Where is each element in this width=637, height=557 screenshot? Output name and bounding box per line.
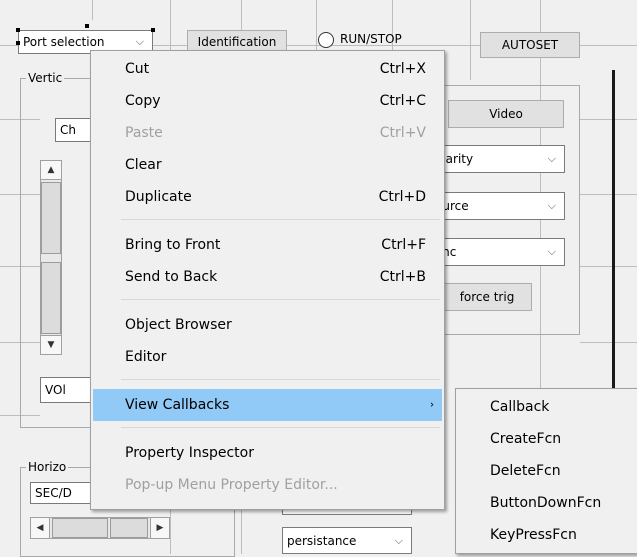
menu-item-shortcut: Ctrl+B [379,269,426,285]
menu-item-popup-menu-property-editor[interactable]: Pop-up Menu Property Editor... [93,469,442,501]
polarity-popup[interactable]: olarity ⌵ [430,145,565,173]
persistance-popup[interactable]: persistance ⌵ [282,527,412,554]
menu-item-label: Paste [125,125,163,141]
callbacks-submenu: Callback CreateFcn DeleteFcn ButtonDownF… [455,388,637,554]
arrow-left-icon[interactable]: ◀ [30,517,50,539]
menu-item-duplicate[interactable]: Duplicate Ctrl+D [93,181,442,213]
menu-item-shortcut: Ctrl+C [379,93,426,109]
menu-item-label: Cut [125,61,150,77]
menu-item-shortcut: Ctrl+F [381,237,426,253]
menu-item-label: Property Inspector [125,445,254,461]
vertical-panel-title: Vertic [26,71,65,85]
grid-line [580,119,637,120]
menu-item-clear[interactable]: Clear [93,149,442,181]
submenu-item-keypressfcn[interactable]: KeyPressFcn [458,519,635,551]
submenu-item-buttondownfcn[interactable]: ButtonDownFcn [458,487,635,519]
popup-value: SEC/D [35,486,72,500]
popup-value: Port selection [23,35,105,49]
context-menu: Cut Ctrl+X Copy Ctrl+C Paste Ctrl+V Clea… [90,50,445,510]
arrow-right-icon[interactable]: ▶ [150,517,170,539]
menu-item-paste[interactable]: Paste Ctrl+V [93,117,442,149]
selection-handle[interactable] [16,28,20,32]
menu-separator [121,427,440,428]
menu-item-label: Object Browser [125,317,232,333]
autoset-button[interactable]: AUTOSET [480,32,580,58]
popup-value: VOl [45,383,66,397]
menu-item-cut[interactable]: Cut Ctrl+X [93,53,442,85]
arrow-up-icon[interactable]: ▲ [40,160,62,180]
menu-item-label: Bring to Front [125,237,221,253]
runstop-label: RUN/STOP [340,32,402,46]
slider-thumb[interactable] [52,518,108,538]
submenu-item-label: DeleteFcn [490,463,561,479]
source-popup[interactable]: ource ⌵ [430,192,565,220]
force-trig-button[interactable]: force trig [442,283,532,311]
menu-item-label: Editor [125,349,167,365]
menu-item-label: Duplicate [125,189,192,205]
popup-value: Ch [60,123,76,137]
selection-handle[interactable] [151,28,155,32]
selection-handle[interactable] [16,41,20,45]
slider-thumb[interactable] [41,182,61,254]
menu-item-label: View Callbacks [125,397,230,413]
menu-item-shortcut: Ctrl+D [378,189,426,205]
menu-item-label: Clear [125,157,162,173]
selection-handle[interactable] [85,24,89,28]
chevron-down-icon: ⌵ [547,199,556,212]
sync-popup[interactable]: ync ⌵ [430,238,565,266]
menu-item-shortcut: Ctrl+X [379,61,426,77]
submenu-item-label: KeyPressFcn [490,527,577,543]
menu-item-send-to-back[interactable]: Send to Back Ctrl+B [93,261,442,293]
chevron-down-icon: ⌵ [135,35,144,48]
submenu-item-callback[interactable]: Callback [458,391,635,423]
chevron-down-icon: ⌵ [547,245,556,258]
grid-line [470,0,471,80]
video-button[interactable]: Video [448,100,564,128]
menu-item-bring-to-front[interactable]: Bring to Front Ctrl+F [93,229,442,261]
menu-item-shortcut: Ctrl+V [379,125,426,141]
grid-line [580,342,637,343]
menu-separator [121,219,440,220]
menu-item-label: Copy [125,93,161,109]
menu-item-view-callbacks[interactable]: View Callbacks › [93,389,442,421]
menu-item-property-inspector[interactable]: Property Inspector [93,437,442,469]
arrow-down-icon[interactable]: ▼ [40,335,62,355]
slider-thumb[interactable] [110,518,148,538]
menu-item-label: Send to Back [125,269,218,285]
menu-item-label: Pop-up Menu Property Editor... [125,477,338,493]
popup-value: persistance [287,533,357,548]
menu-item-editor[interactable]: Editor [93,341,442,373]
submenu-arrow-icon: › [430,399,434,411]
submenu-item-label: Callback [490,399,550,415]
menu-item-object-browser[interactable]: Object Browser [93,309,442,341]
submenu-item-label: ButtonDownFcn [490,495,602,511]
menu-item-copy[interactable]: Copy Ctrl+C [93,85,442,117]
runstop-radio[interactable] [318,32,334,48]
horizontal-panel-title: Horizo [26,460,69,474]
grid-line [580,194,637,195]
slider-thumb[interactable] [41,262,61,334]
chevron-down-icon: ⌵ [547,152,556,165]
grid-line [92,0,93,20]
chevron-down-icon: ⌵ [394,533,403,547]
submenu-item-createfcn[interactable]: CreateFcn [458,423,635,455]
axes-border [612,70,615,390]
grid-line [580,266,637,267]
submenu-item-label: CreateFcn [490,431,562,447]
menu-separator [121,299,440,300]
menu-separator [121,379,440,380]
submenu-item-deletefcn[interactable]: DeleteFcn [458,455,635,487]
